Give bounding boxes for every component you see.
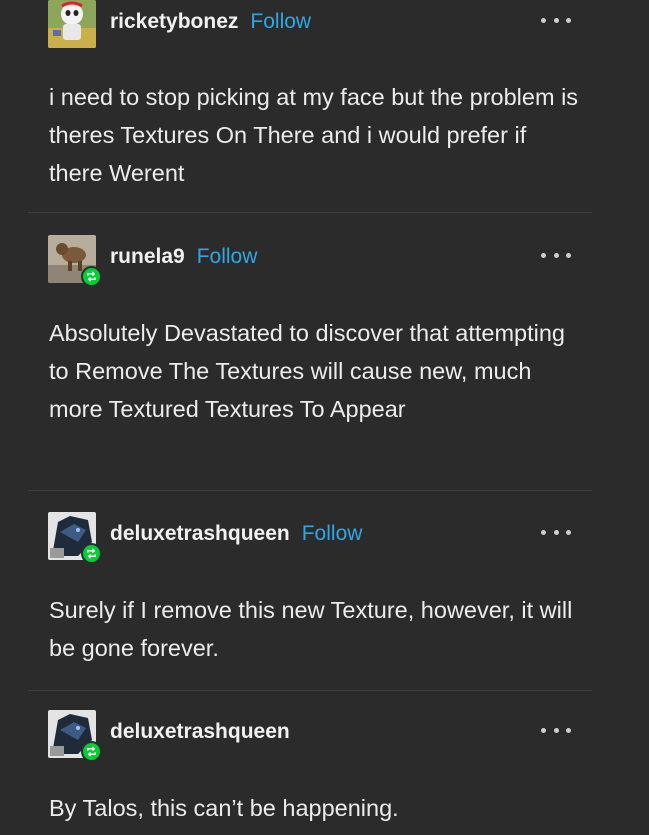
follow-button[interactable]: Follow: [197, 245, 258, 268]
avatar[interactable]: [48, 0, 96, 48]
avatar[interactable]: [48, 512, 102, 564]
post-text: Surely if I remove this new Texture, how…: [49, 597, 573, 661]
username[interactable]: ricketybonez: [110, 10, 238, 33]
avatar[interactable]: [48, 710, 102, 762]
cartoon-skull-avatar-icon: [48, 0, 96, 48]
more-options-icon[interactable]: [541, 522, 571, 542]
divider: [28, 212, 592, 213]
post-header: runela9 Follow: [48, 235, 608, 287]
post-header: deluxetrashqueen Follow: [48, 512, 608, 564]
post-text: By Talos, this can’t be happening.: [49, 795, 399, 821]
divider: [28, 490, 592, 491]
more-options-icon[interactable]: [541, 245, 571, 265]
post-header: deluxetrashqueen: [48, 710, 608, 762]
avatar[interactable]: [48, 235, 102, 287]
username[interactable]: runela9: [110, 245, 185, 268]
reblog-thread: ricketybonez Follow i need to stop pickin…: [0, 0, 649, 835]
post-header: ricketybonez Follow: [48, 0, 608, 48]
more-options-icon[interactable]: [541, 720, 571, 740]
username[interactable]: deluxetrashqueen: [110, 522, 290, 545]
reblog-icon: [81, 266, 102, 287]
post-text: i need to stop picking at my face but th…: [49, 84, 579, 186]
more-options-icon[interactable]: [541, 10, 571, 30]
reblog-icon: [81, 741, 102, 762]
post-text: Absolutely Devastated to discover that a…: [49, 320, 565, 422]
follow-button[interactable]: Follow: [250, 10, 311, 33]
reblog-icon: [81, 543, 102, 564]
username[interactable]: deluxetrashqueen: [110, 720, 290, 743]
follow-button[interactable]: Follow: [302, 522, 363, 545]
divider: [28, 690, 592, 691]
